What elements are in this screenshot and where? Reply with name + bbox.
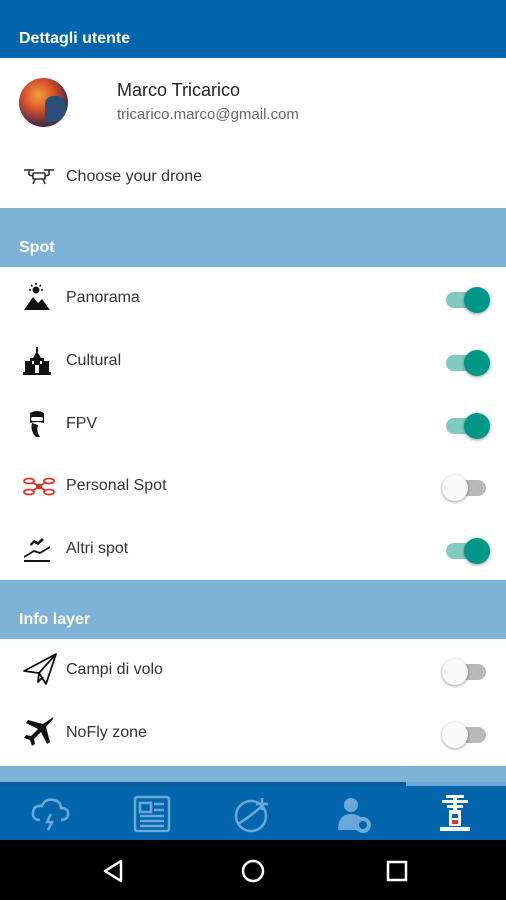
choose-drone-row[interactable]: Choose your drone xyxy=(0,146,506,208)
paper-plane-icon xyxy=(22,651,57,685)
spot-row-personal: Personal Spot xyxy=(0,455,506,517)
spot-label-fpv: FPV xyxy=(66,415,98,432)
map-drone-icon xyxy=(234,798,268,833)
info-layer-section-title: Info layer xyxy=(19,611,91,628)
cultural-icon xyxy=(22,346,54,376)
panorama-icon xyxy=(22,283,54,313)
spot-label-cultural: Cultural xyxy=(66,352,122,369)
altri-spot-icon xyxy=(22,534,54,564)
user-details-header: Dettagli utente xyxy=(0,0,506,58)
spot-row-altri: Altri spot xyxy=(0,518,506,580)
spot-row-panorama: Panorama xyxy=(0,267,506,329)
spot-section-header: Spot xyxy=(0,208,506,267)
bottom-navigation xyxy=(0,782,506,840)
user-email: tricarico.marco@gmail.com xyxy=(117,106,299,123)
avatar[interactable] xyxy=(19,78,68,127)
recents-icon xyxy=(386,860,408,882)
user-details-title: Dettagli utente xyxy=(19,30,131,47)
spot-label-panorama: Panorama xyxy=(66,289,140,306)
back-button[interactable] xyxy=(98,856,128,886)
spot-row-cultural: Cultural xyxy=(0,330,506,392)
cultural-toggle[interactable] xyxy=(442,350,490,376)
drone-icon xyxy=(22,162,54,192)
recents-button[interactable] xyxy=(382,856,412,886)
info-row-campi: Campi di volo xyxy=(0,639,506,701)
spot-label-personal: Personal Spot xyxy=(66,477,167,494)
home-icon xyxy=(241,859,265,883)
home-button[interactable] xyxy=(238,856,268,886)
news-icon xyxy=(133,795,171,833)
campi-di-volo-toggle[interactable] xyxy=(442,659,490,685)
tab-weather[interactable] xyxy=(0,786,101,840)
user-name: Marco Tricarico xyxy=(117,80,241,100)
next-section-header-partial xyxy=(0,766,506,782)
personal-spot-icon xyxy=(22,471,55,501)
system-navigation-bar xyxy=(0,840,506,900)
altri-spot-toggle[interactable] xyxy=(442,538,490,564)
settings-tower-icon xyxy=(440,795,470,831)
nofly-zone-toggle[interactable] xyxy=(442,722,490,748)
airplane-icon xyxy=(22,714,54,746)
tab-news[interactable] xyxy=(101,786,202,840)
personal-spot-toggle[interactable] xyxy=(442,475,490,501)
back-icon xyxy=(103,859,123,883)
info-row-nofly: NoFly zone xyxy=(0,702,506,764)
spot-row-fpv: FPV xyxy=(0,393,506,455)
weather-icon xyxy=(31,798,70,831)
panorama-toggle[interactable] xyxy=(442,287,490,313)
community-icon xyxy=(338,798,371,833)
tab-community[interactable] xyxy=(303,786,404,840)
spot-section-title: Spot xyxy=(19,239,55,256)
fpv-icon xyxy=(22,409,54,439)
fpv-toggle[interactable] xyxy=(442,413,490,439)
choose-drone-label: Choose your drone xyxy=(66,168,203,185)
tab-settings[interactable] xyxy=(404,786,505,840)
info-layer-section-header: Info layer xyxy=(0,580,506,639)
tab-map[interactable] xyxy=(202,786,303,840)
spot-label-altri: Altri spot xyxy=(66,540,129,557)
info-label-campi: Campi di volo xyxy=(66,661,163,678)
info-label-nofly: NoFly zone xyxy=(66,724,147,741)
